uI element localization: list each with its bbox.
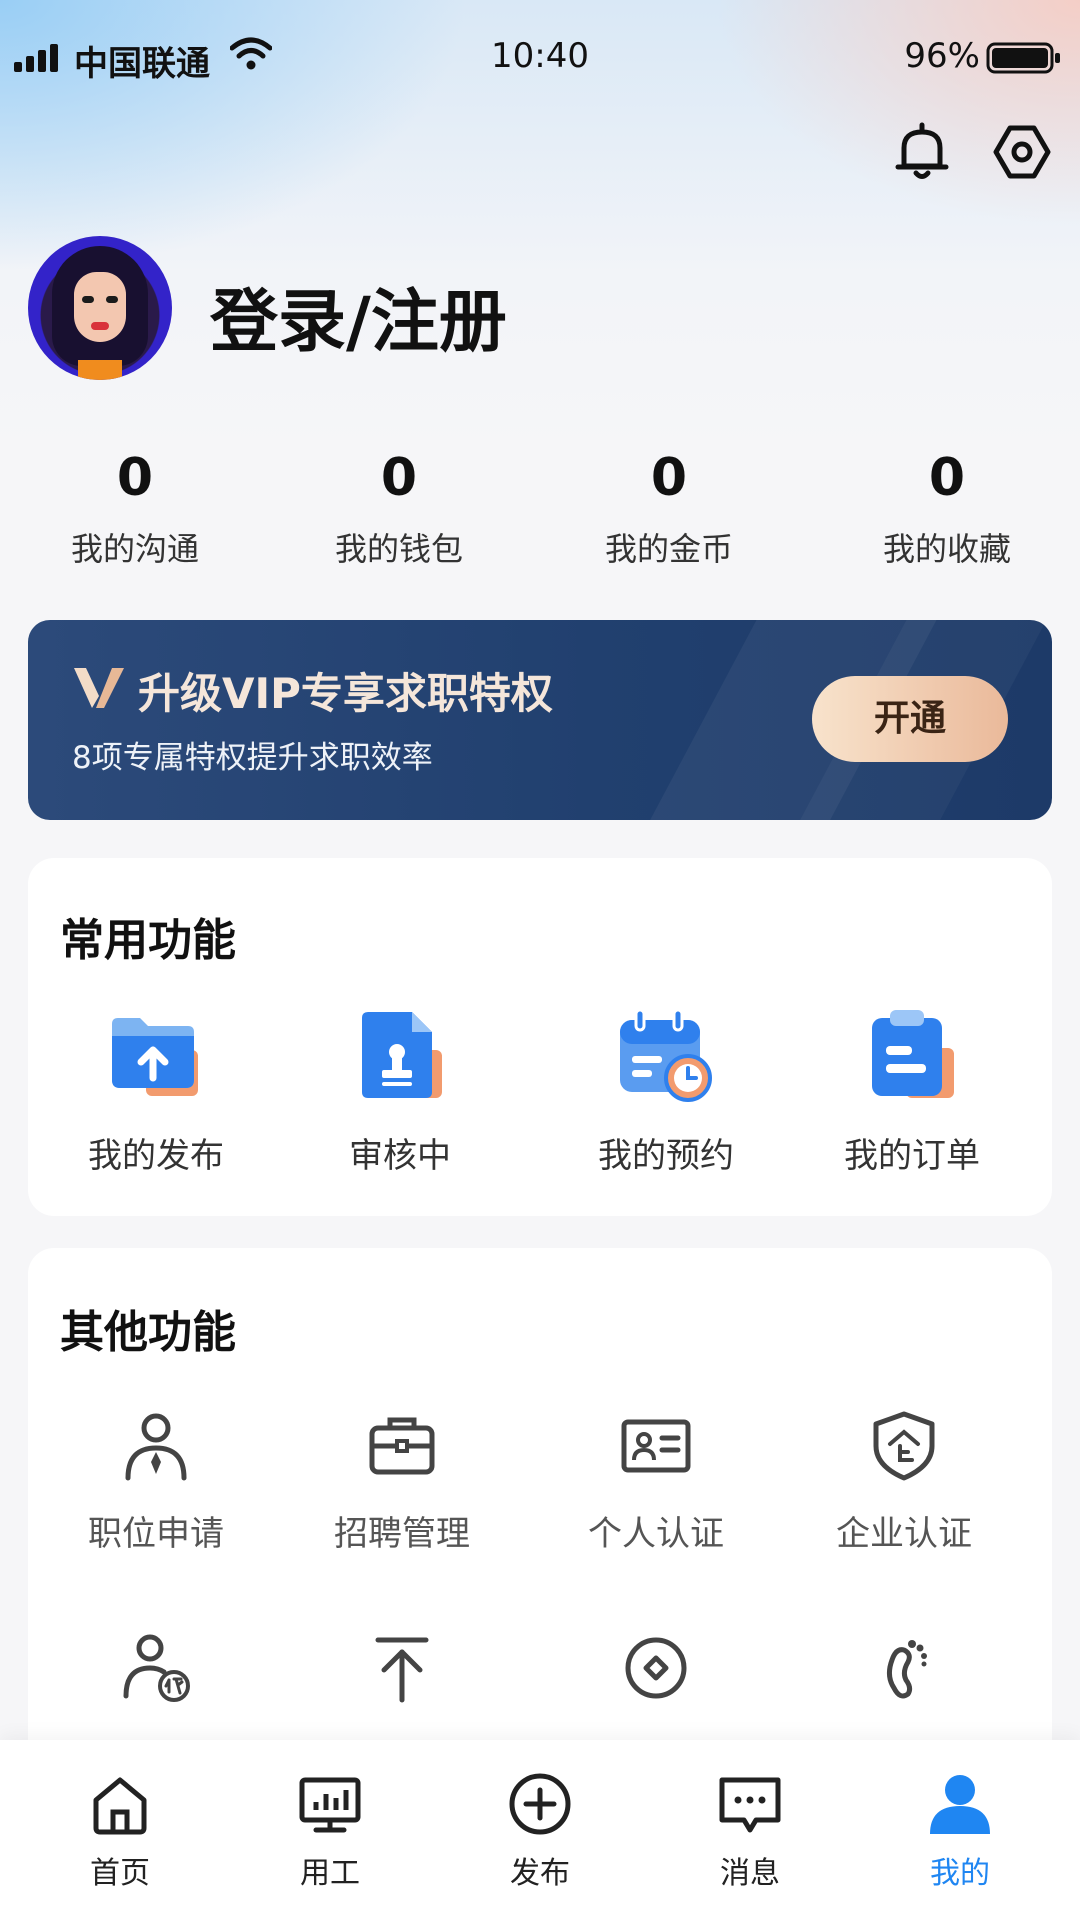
vip-title: 升级VIP专享求职特权 xyxy=(138,669,553,718)
document-stamp-icon xyxy=(362,1012,442,1098)
person-proxy-icon xyxy=(123,1634,190,1702)
feature-label: 企业认证 xyxy=(836,1514,972,1554)
feature-coins[interactable] xyxy=(528,1630,784,1706)
nav-label: 发布 xyxy=(510,1856,570,1891)
arrow-top-icon xyxy=(375,1637,429,1703)
profile-page: 中国联通 10:40 96% 登录/注册 0 我的沟通 0 我的钱包 0 我的金… xyxy=(0,0,1080,1920)
monitor-chart-icon xyxy=(299,1777,361,1833)
battery-percent: 96% xyxy=(904,36,980,76)
nav-label: 我的 xyxy=(930,1856,990,1891)
vip-logo-icon xyxy=(74,668,124,708)
bottom-nav: 首页 用工 发布 消息 我的 xyxy=(0,1740,1080,1920)
person-tie-icon xyxy=(125,1413,187,1481)
stat-favorites[interactable]: 0 我的收藏 xyxy=(812,448,1080,570)
stat-label: 我的收藏 xyxy=(882,530,1011,568)
feature-footprints[interactable] xyxy=(776,1630,1032,1706)
stat-value: 0 xyxy=(116,448,154,508)
feature-my-posts[interactable]: 我的发布 xyxy=(28,1006,284,1177)
stat-communication[interactable]: 0 我的沟通 xyxy=(0,448,270,570)
settings-hexagon-icon[interactable] xyxy=(990,120,1054,184)
nav-employment[interactable]: 用工 xyxy=(230,1770,430,1892)
nav-messages[interactable]: 消息 xyxy=(650,1770,850,1892)
home-icon xyxy=(93,1777,147,1835)
feature-label: 招聘管理 xyxy=(334,1514,470,1554)
feature-my-appointments[interactable]: 我的预约 xyxy=(538,1006,794,1177)
feature-label: 审核中 xyxy=(349,1136,451,1176)
nav-label: 用工 xyxy=(300,1856,360,1891)
calendar-clock-icon xyxy=(620,1008,712,1102)
circle-diamond-icon xyxy=(625,1637,687,1699)
shield-enterprise-icon xyxy=(873,1411,935,1481)
message-icon xyxy=(719,1777,781,1833)
stat-value: 0 xyxy=(380,448,418,508)
feature-job-application[interactable]: 职位申请 xyxy=(28,1408,284,1555)
feature-personal-verification[interactable]: 个人认证 xyxy=(528,1408,784,1555)
stat-wallet[interactable]: 0 我的钱包 xyxy=(264,448,534,570)
id-card-icon xyxy=(621,1419,691,1473)
nav-label: 消息 xyxy=(720,1856,780,1891)
battery-icon xyxy=(986,42,1060,74)
briefcase-icon xyxy=(369,1417,435,1475)
nav-publish[interactable]: 发布 xyxy=(440,1770,640,1892)
feature-label: 职位申请 xyxy=(88,1514,224,1554)
feature-label: 我的发布 xyxy=(88,1136,224,1176)
stat-label: 我的金币 xyxy=(604,530,733,568)
clipboard-icon xyxy=(872,1010,954,1098)
feature-my-orders[interactable]: 我的订单 xyxy=(784,1006,1040,1177)
feature-top[interactable] xyxy=(274,1630,530,1706)
nav-mine[interactable]: 我的 xyxy=(860,1770,1060,1892)
feature-recruitment-management[interactable]: 招聘管理 xyxy=(274,1408,530,1555)
bell-icon[interactable] xyxy=(890,120,954,184)
stat-value: 0 xyxy=(928,448,966,508)
feature-label: 我的订单 xyxy=(844,1136,980,1176)
vip-activate-button[interactable]: 开通 xyxy=(812,676,1008,762)
stat-label: 我的沟通 xyxy=(70,530,199,568)
avatar[interactable] xyxy=(28,236,172,380)
stat-coins[interactable]: 0 我的金币 xyxy=(534,448,804,570)
user-icon xyxy=(930,1775,990,1834)
nav-label: 首页 xyxy=(90,1856,150,1891)
footprint-icon xyxy=(886,1640,927,1699)
plus-circle-icon xyxy=(509,1773,571,1835)
feature-label: 我的预约 xyxy=(598,1136,734,1176)
feature-under-review[interactable]: 审核中 xyxy=(272,1006,528,1177)
vip-banner[interactable]: 升级VIP专享求职特权 8项专属特权提升求职效率 开通 xyxy=(28,620,1052,820)
stats-row: 0 我的沟通 0 我的钱包 0 我的金币 0 我的收藏 xyxy=(0,448,1080,588)
feature-proxy[interactable] xyxy=(28,1630,284,1706)
common-features-card: 常用功能 我的发布 审核中 我的预约 我的订单 xyxy=(28,858,1052,1216)
vip-subtitle: 8项专属特权提升求职效率 xyxy=(72,740,433,776)
section-title: 常用功能 xyxy=(60,915,236,966)
feature-enterprise-verification[interactable]: 企业认证 xyxy=(776,1408,1032,1555)
stat-value: 0 xyxy=(650,448,688,508)
status-bar: 中国联通 10:40 96% xyxy=(0,0,1080,112)
folder-upload-icon xyxy=(112,1018,198,1096)
stat-label: 我的钱包 xyxy=(334,530,463,568)
section-title: 其他功能 xyxy=(60,1307,236,1358)
other-features-card: 其他功能 职位申请 招聘管理 个人认证 企业认证 xyxy=(28,1248,1052,1808)
feature-label: 个人认证 xyxy=(588,1514,724,1554)
login-register-link[interactable]: 登录/注册 xyxy=(210,266,507,365)
nav-home[interactable]: 首页 xyxy=(20,1770,220,1892)
